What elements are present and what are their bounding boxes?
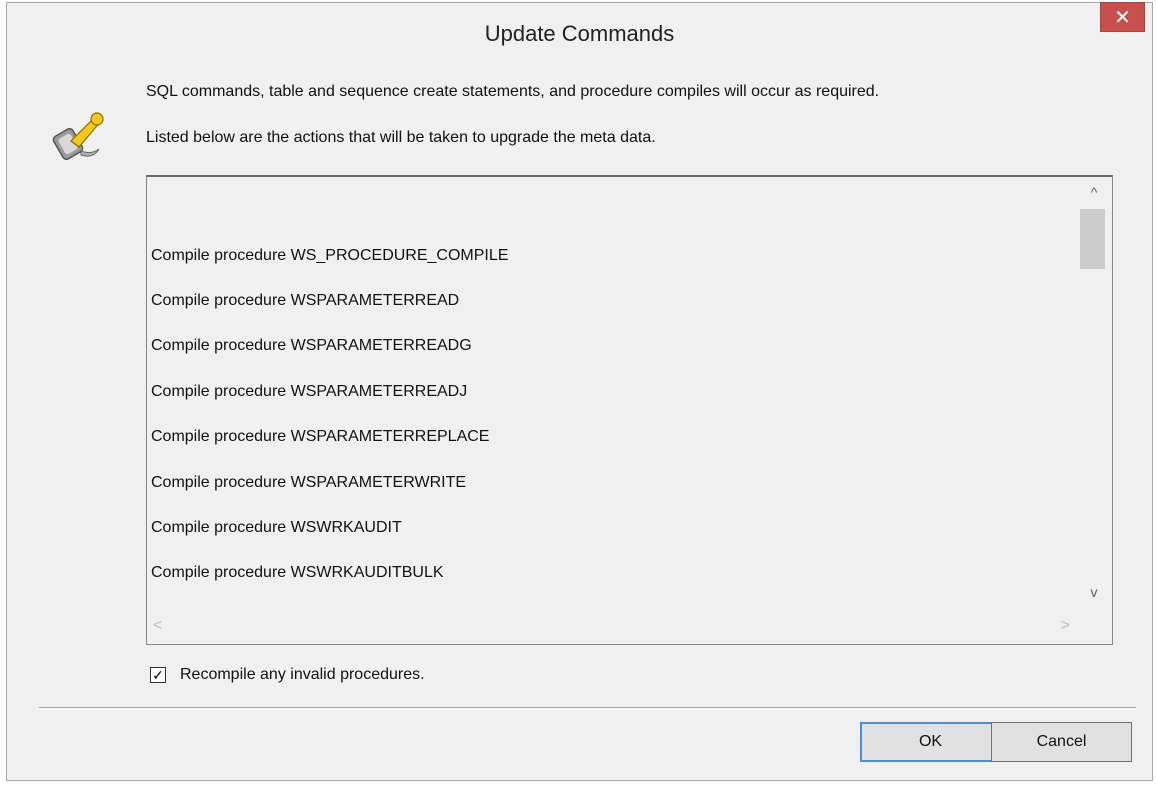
list-item[interactable]: Compile procedure WSWRKAUDITBULK (151, 564, 444, 582)
checkmark-icon: ✓ (152, 667, 164, 683)
vertical-scrollbar[interactable]: ^ v (1076, 177, 1112, 607)
list-item[interactable]: Compile procedure WS_PROCEDURE_COMPILE (151, 247, 508, 265)
close-button[interactable]: ✕ (1100, 2, 1145, 32)
vertical-scroll-thumb[interactable] (1080, 209, 1105, 269)
actions-list: Compile procedure WS_PROCEDURE_COMPILE C… (147, 177, 1076, 607)
scroll-right-icon[interactable]: > (1061, 608, 1070, 644)
actions-listbox[interactable]: Compile procedure WS_PROCEDURE_COMPILE C… (146, 175, 1113, 645)
separator (39, 707, 1136, 709)
scroll-up-icon[interactable]: ^ (1076, 179, 1112, 205)
scroll-down-icon[interactable]: v (1076, 579, 1112, 605)
horizontal-scrollbar[interactable]: < > (147, 608, 1076, 644)
list-item[interactable]: Compile procedure WSPARAMETERREAD (151, 292, 459, 310)
dialog-title: Update Commands (484, 21, 675, 46)
update-commands-dialog: Update Commands ✕ SQL commands, table an… (6, 2, 1153, 781)
cancel-button[interactable]: Cancel (991, 722, 1132, 762)
close-icon: ✕ (1114, 5, 1131, 29)
list-item[interactable]: Compile procedure WSPARAMETERREADJ (151, 383, 467, 401)
description-line-2: Listed below are the actions that will b… (146, 129, 656, 146)
list-item[interactable]: Compile procedure WSPARAMETERREPLACE (151, 428, 489, 446)
recompile-checkbox[interactable]: ✓ (150, 667, 166, 683)
title-bar: Update Commands ✕ (7, 2, 1152, 64)
scrollbar-corner (1076, 608, 1112, 644)
recompile-option[interactable]: ✓ Recompile any invalid procedures. (150, 666, 425, 684)
list-item[interactable]: Compile procedure WSPARAMETERREADG (151, 337, 472, 355)
description-line-1: SQL commands, table and sequence create … (146, 83, 880, 100)
list-item[interactable]: Compile procedure WSWRKAUDIT (151, 519, 402, 537)
recompile-label[interactable]: Recompile any invalid procedures. (180, 666, 425, 684)
ok-button[interactable]: OK (860, 722, 1001, 762)
scroll-left-icon[interactable]: < (153, 608, 162, 644)
list-item[interactable]: Compile procedure WSPARAMETERWRITE (151, 474, 466, 492)
wrench-tools-icon (51, 107, 109, 165)
